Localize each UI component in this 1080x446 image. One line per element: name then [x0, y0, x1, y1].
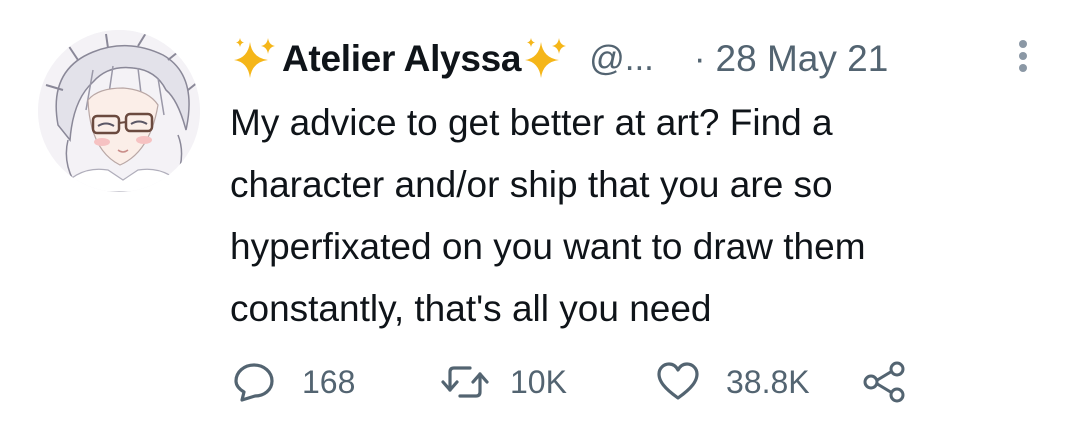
share-button[interactable]: [860, 352, 905, 412]
reply-count: 168: [302, 363, 356, 400]
share-nodes-icon: [860, 360, 905, 404]
like-count: 38.8K: [726, 363, 810, 400]
avatar[interactable]: [38, 30, 200, 192]
sparkles-icon: [523, 36, 569, 82]
vertical-dots-icon: [1019, 40, 1027, 72]
avatar-image: [38, 30, 200, 192]
reply-button[interactable]: 168: [232, 352, 355, 412]
separator-dot: ·: [693, 39, 706, 78]
tweet-text: My advice to get better at art? Find a c…: [230, 102, 866, 329]
sparkles-icon: [232, 36, 278, 82]
retweet-arrows-icon: [440, 360, 489, 404]
like-button[interactable]: 38.8K: [656, 352, 810, 412]
speech-bubble-icon: [232, 360, 276, 404]
tweet-card[interactable]: Atelier Alyssa @... · 28 May 21 My advic…: [0, 0, 1080, 446]
heart-icon: [656, 360, 700, 404]
display-name[interactable]: Atelier Alyssa: [282, 38, 521, 80]
user-handle[interactable]: @...: [589, 39, 654, 79]
retweet-count: 10K: [510, 363, 567, 400]
tweet-header: Atelier Alyssa @... · 28 May 21: [232, 34, 888, 84]
tweet-date[interactable]: 28 May 21: [716, 38, 889, 80]
more-options-button[interactable]: [1008, 36, 1038, 76]
retweet-button[interactable]: 10K: [440, 352, 567, 412]
